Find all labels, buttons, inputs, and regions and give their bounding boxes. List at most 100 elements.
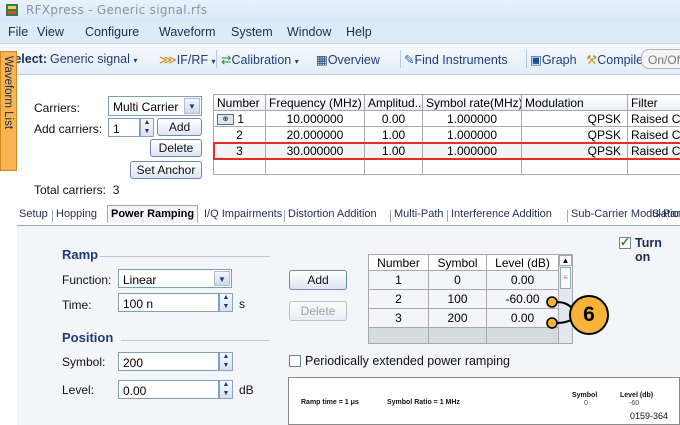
tab-hopping[interactable]: Hopping: [56, 208, 97, 220]
ramp-preview-graph: Ramp time = 1 μs Symbol Ratio = 1 MHz Sy…: [288, 377, 680, 425]
waveform-list-label: Waveform List: [2, 56, 14, 130]
spin-up-icon[interactable]: ▲: [141, 119, 153, 128]
function-label: Function:: [62, 273, 112, 287]
menu-file[interactable]: File: [8, 25, 28, 39]
table-cell[interactable]: QPSK: [521, 142, 628, 159]
table-cell[interactable]: Raised Co: [627, 110, 680, 127]
tab-power-ramping[interactable]: Power Ramping: [107, 205, 199, 223]
level-input[interactable]: 0.00: [118, 380, 219, 399]
on-off-toggle[interactable]: On/Off: [641, 49, 680, 69]
delete-ramp-point-button[interactable]: Delete: [289, 301, 347, 321]
table-cell[interactable]: 1.000000: [422, 110, 522, 127]
table-cell[interactable]: 20.000000: [265, 126, 365, 143]
tab-setup[interactable]: Setup: [19, 208, 48, 220]
turn-on-checkbox[interactable]: [619, 235, 631, 249]
carrier-type-select[interactable]: Multi Carrier ▼: [108, 96, 202, 116]
table-cell[interactable]: 200: [428, 308, 487, 328]
compile-label: Compile: [597, 53, 644, 67]
menu-view[interactable]: View: [37, 25, 64, 39]
column-header[interactable]: Filter: [627, 94, 680, 111]
table-cell[interactable]: 2: [368, 289, 429, 309]
column-header[interactable]: Amplitud..: [364, 94, 423, 111]
table-cell[interactable]: 1.00: [364, 142, 423, 159]
table-cell: [364, 158, 423, 175]
table-cell[interactable]: QPSK: [521, 110, 628, 127]
add-carrier-button[interactable]: Add: [157, 118, 202, 136]
level-spinner[interactable]: ▲ ▼: [219, 380, 233, 399]
column-header[interactable]: Symbol: [428, 254, 487, 271]
table-cell[interactable]: 0: [428, 270, 487, 290]
tab-multi-path[interactable]: Multi-Path: [394, 208, 444, 220]
column-header[interactable]: Number: [213, 94, 266, 111]
column-header[interactable]: Frequency (MHz): [265, 94, 365, 111]
menu-waveform[interactable]: Waveform: [159, 25, 216, 39]
column-header[interactable]: Number: [368, 254, 429, 271]
calibration-button[interactable]: ⇄Calibration ▾: [221, 52, 299, 67]
spin-down-icon[interactable]: ▼: [220, 303, 232, 312]
table-cell[interactable]: Raised Co: [627, 142, 680, 159]
table-cell[interactable]: 2: [213, 126, 266, 143]
table-row-selected[interactable]: 3 30.000000 1.00 1.000000 QPSK Raised Co: [212, 141, 680, 160]
column-header[interactable]: Level (dB): [486, 254, 559, 271]
time-spinner[interactable]: ▲ ▼: [219, 293, 233, 312]
add-ramp-point-button[interactable]: Add: [289, 270, 347, 290]
spin-down-icon[interactable]: ▼: [141, 128, 153, 137]
symbol-input[interactable]: 200: [118, 352, 219, 371]
tab-interference-addition[interactable]: Interference Addition: [451, 208, 552, 220]
time-input[interactable]: 100 n: [118, 293, 219, 312]
set-anchor-button[interactable]: Set Anchor: [130, 161, 202, 179]
spin-up-icon[interactable]: ▲: [220, 353, 232, 362]
menu-window[interactable]: Window: [287, 25, 331, 39]
scroll-up-icon[interactable]: ▲: [559, 255, 572, 266]
column-header[interactable]: Symbol rate(MHz): [422, 94, 522, 111]
table-cell[interactable]: 3: [368, 308, 429, 328]
menu-configure[interactable]: Configure: [85, 25, 139, 39]
ifrf-icon: ⋙: [159, 53, 177, 67]
overview-button[interactable]: ▦Overview: [316, 52, 380, 67]
table-cell: [627, 158, 680, 175]
menu-help[interactable]: Help: [346, 25, 372, 39]
chevron-down-icon[interactable]: ▼: [184, 98, 200, 114]
table-cell[interactable]: 1: [368, 270, 429, 290]
table-row[interactable]: 2 20.000000 1.00 1.000000 QPSK Raised Co: [213, 126, 680, 143]
add-carriers-count-input[interactable]: 1: [108, 118, 140, 137]
tab-iq-impairments[interactable]: I/Q Impairments: [204, 208, 282, 220]
chevron-down-icon[interactable]: ▼: [214, 271, 230, 286]
table-cell[interactable]: 1.00: [364, 126, 423, 143]
select-signal-dropdown[interactable]: Generic signal ▾: [50, 52, 137, 66]
table-row[interactable]: ⊕ 1 10.000000 0.00 1.000000 QPSK Raised …: [213, 110, 680, 127]
scroll-thumb[interactable]: ≡: [560, 267, 571, 289]
table-row[interactable]: 1 0 0.00: [368, 270, 573, 290]
tab-s-parameters[interactable]: S-Par: [652, 208, 680, 220]
table-cell[interactable]: 0.00: [486, 270, 559, 290]
tab-distortion-addition[interactable]: Distortion Addition: [288, 208, 377, 220]
table-cell[interactable]: 0.00: [364, 110, 423, 127]
ifrf-button[interactable]: ⋙IF/RF ▾: [159, 52, 216, 67]
table-row-empty[interactable]: [213, 158, 680, 175]
delete-carrier-button[interactable]: Delete: [150, 139, 202, 157]
find-instruments-button[interactable]: ✎Find Instruments: [404, 52, 508, 67]
table-cell[interactable]: 10.000000: [265, 110, 365, 127]
add-carriers-spinner[interactable]: ▲ ▼: [140, 118, 154, 137]
table-cell[interactable]: QPSK: [521, 126, 628, 143]
table-cell[interactable]: 3: [213, 142, 266, 159]
column-header[interactable]: Modulation: [521, 94, 628, 111]
table-cell[interactable]: 100: [428, 289, 487, 309]
table-cell[interactable]: 1.000000: [422, 142, 522, 159]
function-select[interactable]: Linear ▼: [118, 269, 232, 288]
table-cell[interactable]: 30.000000: [265, 142, 365, 159]
symbol-spinner[interactable]: ▲ ▼: [219, 352, 233, 371]
compile-icon: ⚒: [586, 53, 598, 67]
spin-up-icon[interactable]: ▲: [220, 381, 232, 390]
spin-down-icon[interactable]: ▼: [220, 362, 232, 371]
overview-icon: ▦: [316, 53, 328, 67]
periodic-ramping-checkbox[interactable]: [289, 355, 301, 367]
table-cell[interactable]: 1.000000: [422, 126, 522, 143]
menu-system[interactable]: System: [231, 25, 273, 39]
table-cell[interactable]: Raised Co: [627, 126, 680, 143]
table-cell[interactable]: ⊕ 1: [213, 110, 266, 127]
spin-up-icon[interactable]: ▲: [220, 294, 232, 303]
graph-button[interactable]: ▣Graph: [530, 52, 577, 67]
spin-down-icon[interactable]: ▼: [220, 390, 232, 399]
waveform-list-tab[interactable]: Waveform List: [0, 51, 17, 171]
